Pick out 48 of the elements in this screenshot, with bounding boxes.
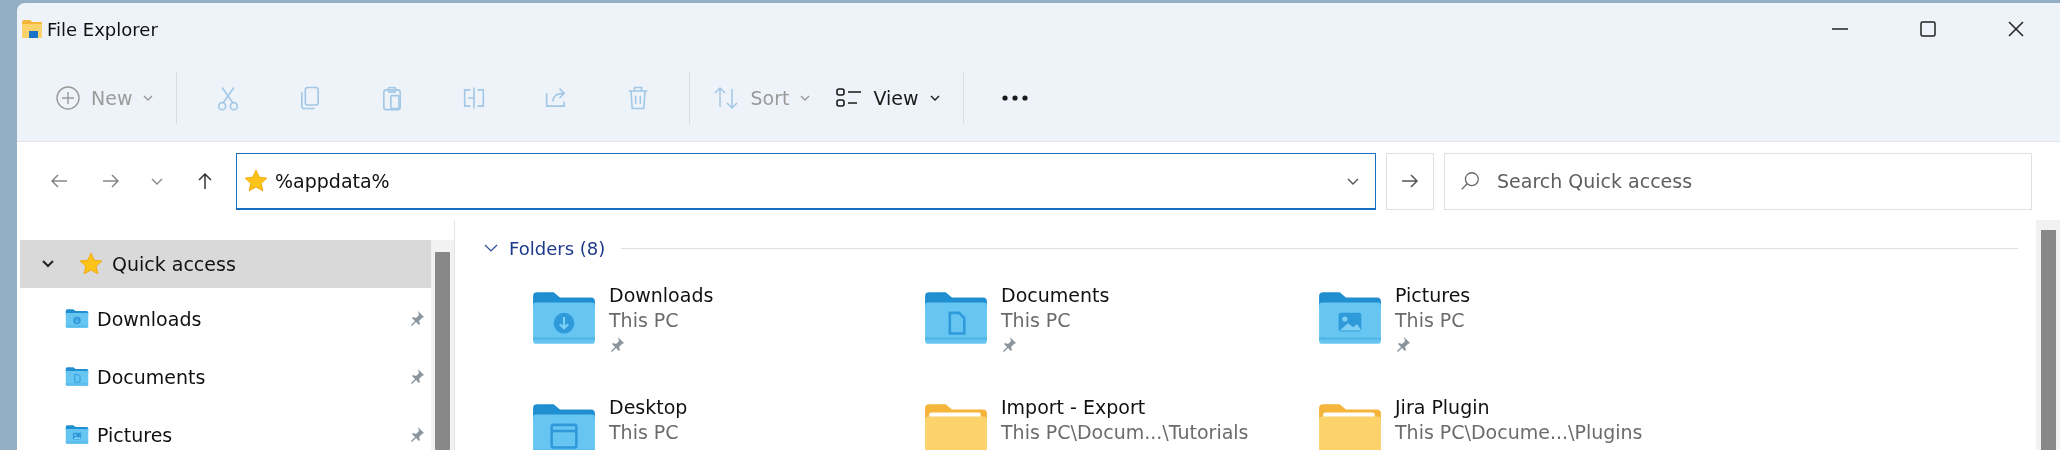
folder-name[interactable]: Documents bbox=[1001, 284, 1110, 307]
view-button[interactable]: View bbox=[823, 73, 953, 123]
search-icon bbox=[1459, 170, 1481, 192]
sidebar-item[interactable]: Downloads bbox=[20, 291, 432, 346]
chevron-down-icon bbox=[151, 177, 163, 185]
folder-name[interactable]: Import - Export bbox=[1001, 396, 1249, 419]
sidebar-item[interactable]: Documents bbox=[20, 349, 432, 404]
search-field[interactable]: Search Quick access bbox=[1444, 152, 2032, 210]
more-icon bbox=[1000, 94, 1029, 102]
scrollbar-thumb[interactable] bbox=[435, 252, 450, 450]
address-bar[interactable]: %appdata% bbox=[236, 152, 1376, 210]
folder-name[interactable]: Desktop bbox=[609, 396, 688, 419]
plus-circle-icon bbox=[55, 85, 81, 111]
folder-icon bbox=[65, 308, 89, 329]
folder-name[interactable]: Downloads bbox=[609, 284, 714, 307]
folder-icon bbox=[531, 290, 597, 346]
folder-location: This PC bbox=[609, 309, 680, 332]
minimize-icon bbox=[1832, 28, 1848, 30]
go-button[interactable] bbox=[1386, 152, 1434, 210]
folder-name[interactable]: Jira Plugin bbox=[1395, 396, 1643, 419]
group-header[interactable]: Folders (8) bbox=[509, 237, 606, 259]
scrollbar-thumb[interactable] bbox=[2040, 230, 2056, 450]
star-icon bbox=[243, 167, 269, 194]
sort-icon bbox=[712, 85, 741, 111]
folder-location: This PC bbox=[609, 421, 680, 444]
folder-location: This PC bbox=[1395, 309, 1466, 332]
maximize-icon bbox=[1920, 21, 1936, 37]
folder-location: This PC\Docum...\Tutorials bbox=[1001, 421, 1249, 444]
folder-icon bbox=[21, 19, 43, 39]
star-icon bbox=[78, 251, 104, 277]
caret-icon bbox=[928, 94, 941, 102]
folder-icon bbox=[65, 424, 89, 445]
view-icon bbox=[835, 87, 864, 109]
folder-icon bbox=[1317, 290, 1383, 346]
folder-name[interactable]: Pictures bbox=[1395, 284, 1471, 307]
address-input[interactable]: %appdata% bbox=[275, 169, 1339, 192]
search-input[interactable]: Search Quick access bbox=[1497, 170, 2017, 192]
folder-location: This PC bbox=[1001, 309, 1072, 332]
folder-location: This PC\Docume...\Plugins bbox=[1395, 421, 1643, 444]
sidebar-item[interactable]: Quick access bbox=[20, 240, 432, 288]
close-icon bbox=[2008, 21, 2024, 37]
folder-icon bbox=[531, 402, 597, 450]
window-title: File Explorer bbox=[47, 18, 158, 40]
folder-icon bbox=[65, 366, 89, 387]
caret-icon bbox=[142, 94, 155, 102]
caret-icon bbox=[799, 94, 812, 102]
sidebar-item[interactable]: Pictures bbox=[20, 407, 432, 450]
folder-icon bbox=[923, 290, 989, 346]
